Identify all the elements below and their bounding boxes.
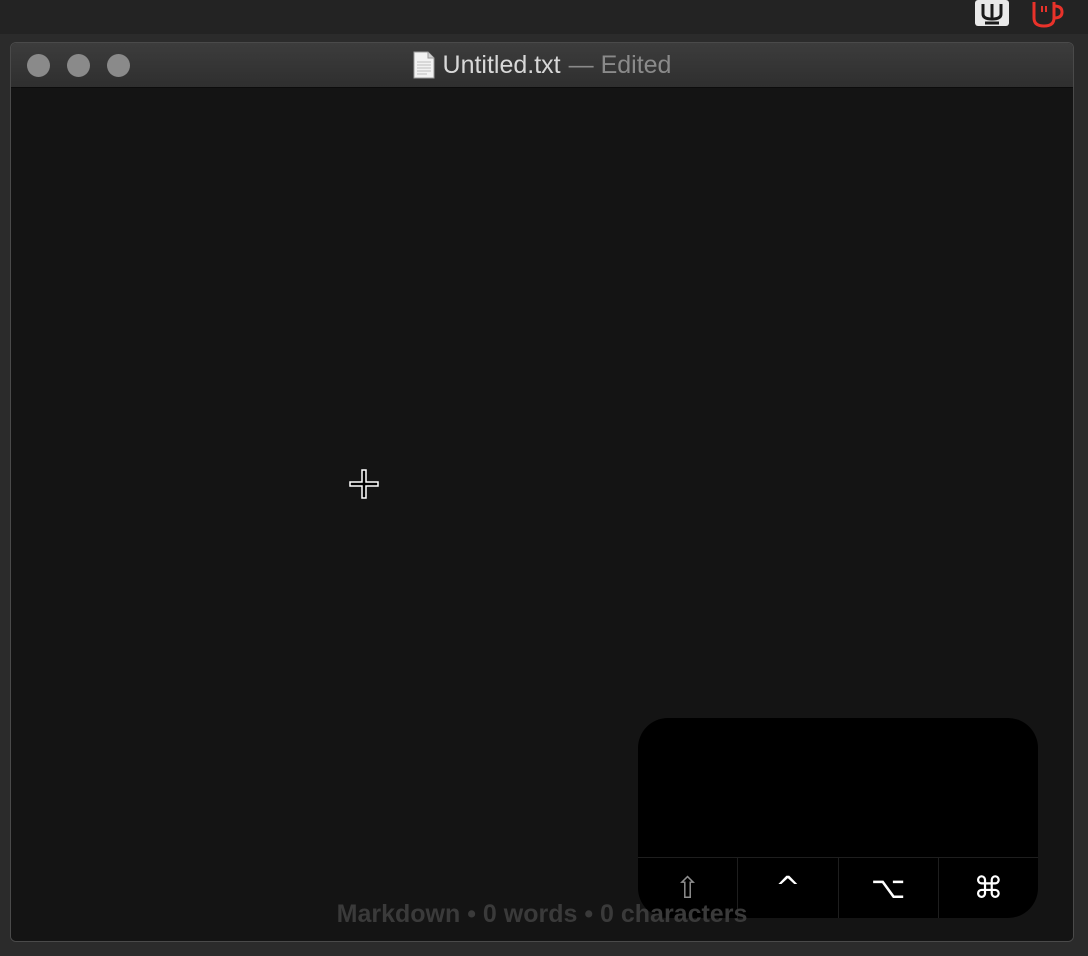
text-editor-window: Untitled.txt — Edited ⇧ ^ ⌥ ⌘ Markdown •… — [10, 42, 1074, 942]
window-filename: Untitled.txt — [442, 50, 561, 79]
status-bar: Markdown • 0 words • 0 characters — [336, 900, 748, 928]
menu-bar — [0, 0, 1088, 34]
edited-indicator: — Edited — [568, 50, 672, 79]
modifier-keys-overlay: ⇧ ^ ⌥ ⌘ — [638, 718, 1038, 918]
coffee-cup-icon[interactable] — [1030, 0, 1066, 28]
document-icon — [413, 51, 435, 79]
title-bar[interactable]: Untitled.txt — Edited — [11, 43, 1073, 88]
app-menubar-icon[interactable] — [975, 0, 1009, 26]
crosshair-cursor-icon — [349, 469, 379, 499]
window-title: Untitled.txt — Edited — [11, 43, 1073, 87]
text-editor-area[interactable]: ⇧ ^ ⌥ ⌘ Markdown • 0 words • 0 character… — [11, 88, 1073, 941]
